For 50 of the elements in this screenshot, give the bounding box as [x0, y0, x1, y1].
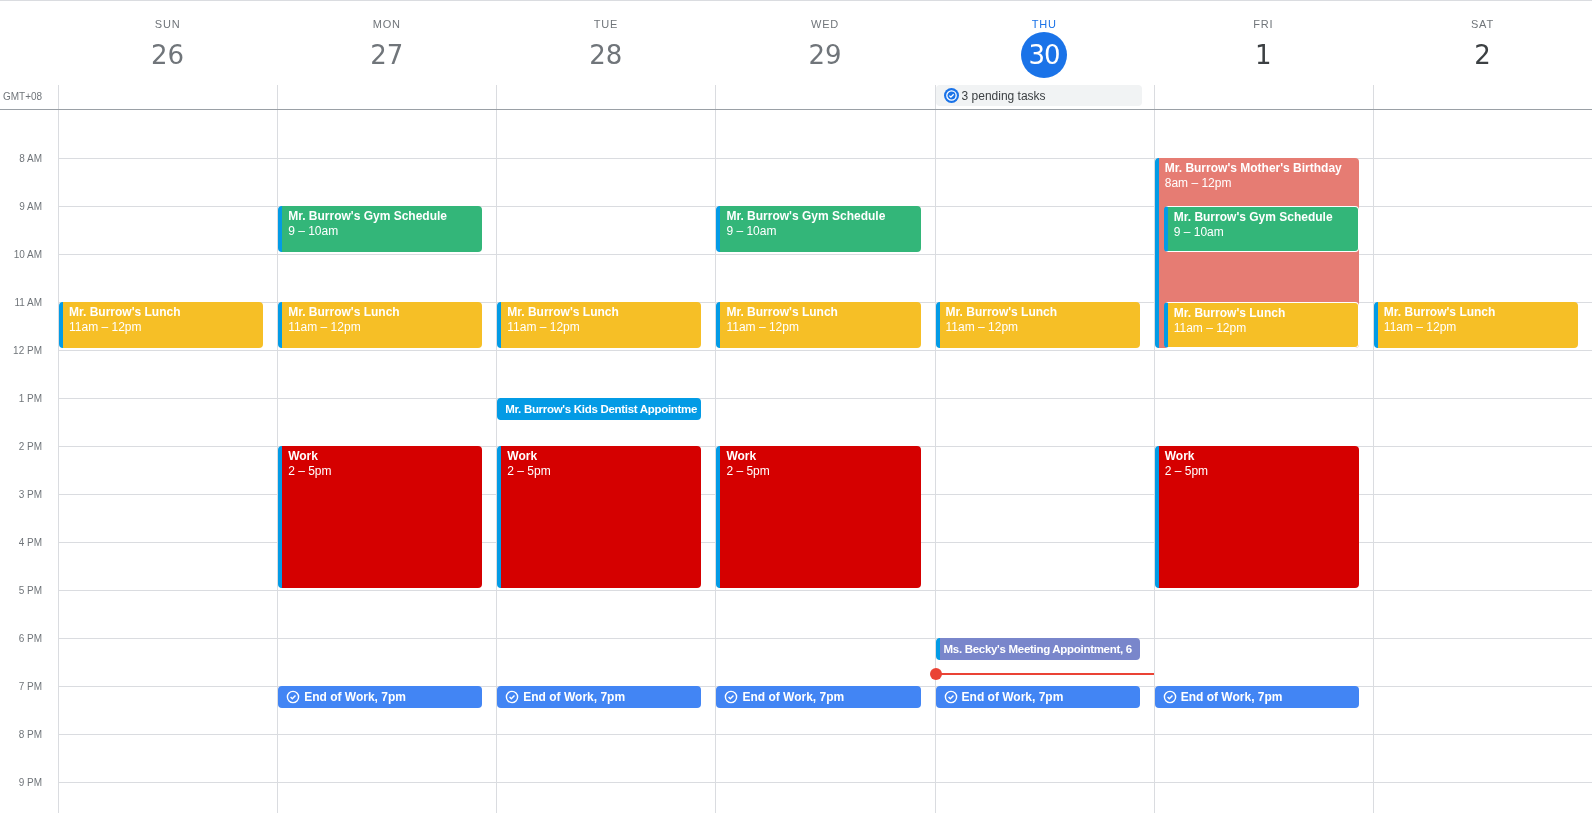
task-check-icon [505, 690, 520, 704]
date-number[interactable]: 27 [363, 32, 410, 78]
weekday-label: TUE [593, 18, 619, 30]
date-number[interactable]: 2 [1459, 32, 1506, 78]
pending-tasks-chip[interactable]: 3 pending tasks [935, 85, 1142, 106]
weekday-label: FRI [1253, 18, 1274, 30]
task-block[interactable]: End of Work, 7pm [1154, 686, 1359, 708]
event-block[interactable]: Work 2 – 5pm [716, 446, 921, 588]
date-number[interactable]: 1 [1240, 32, 1287, 78]
hour-label: 7 PM [18, 680, 42, 692]
date-number[interactable]: 26 [144, 32, 191, 78]
task-block[interactable]: End of Work, 7pm [716, 686, 921, 708]
date-number[interactable]: 28 [582, 32, 629, 78]
weekday-label: MON [372, 18, 401, 30]
event-block[interactable]: Mr. Burrow's Gym Schedule 9 – 10am [716, 206, 921, 252]
date-number[interactable]: 29 [802, 32, 848, 78]
hour-label: 12 PM [13, 344, 42, 356]
hour-label: 5 PM [18, 584, 42, 596]
hour-label: 3 PM [18, 488, 42, 500]
hour-label: 1 PM [18, 392, 42, 404]
event-block[interactable]: Work 2 – 5pm [497, 446, 702, 588]
hour-label: 9 PM [18, 776, 42, 788]
task-block[interactable]: End of Work, 7pm [935, 686, 1140, 708]
weekday-label: WED [810, 18, 840, 30]
timezone-label: GMT+08 [3, 91, 43, 102]
hour-label: 2 PM [18, 440, 42, 452]
hour-label: 10 AM [13, 248, 42, 260]
weekday-label: SAT [1470, 18, 1494, 30]
event-block[interactable]: Mr. Burrow's Gym Schedule 9 – 10am [278, 206, 483, 252]
task-block[interactable]: End of Work, 7pm [278, 686, 483, 708]
hour-label: 9 AM [19, 200, 42, 212]
hour-label: 8 AM [19, 152, 42, 164]
event-block[interactable]: Mr. Burrow's Gym Schedule 9 – 10am [1163, 206, 1359, 252]
task-check-icon [1162, 690, 1177, 704]
hour-label: 11 AM [14, 296, 42, 308]
task-check-icon [943, 88, 959, 103]
hour-label: 4 PM [18, 536, 42, 548]
weekday-label: THU [1031, 18, 1057, 30]
task-block[interactable]: End of Work, 7pm [497, 686, 702, 708]
date-number[interactable]: 30 [1021, 32, 1068, 78]
hour-label: 8 PM [18, 728, 42, 740]
weekday-label: SUN [154, 18, 181, 30]
task-check-icon [286, 690, 301, 704]
event-block[interactable]: Work 2 – 5pm [1154, 446, 1359, 588]
task-check-icon [943, 690, 958, 704]
hour-label: 6 PM [18, 632, 42, 644]
event-block[interactable]: Work 2 – 5pm [278, 446, 483, 588]
event-block[interactable]: Ms. Becky's Meeting Appointment, 6 [935, 638, 1140, 660]
task-check-icon [724, 690, 739, 704]
event-block[interactable]: Mr. Burrow's Kids Dentist Appointme [497, 398, 702, 420]
